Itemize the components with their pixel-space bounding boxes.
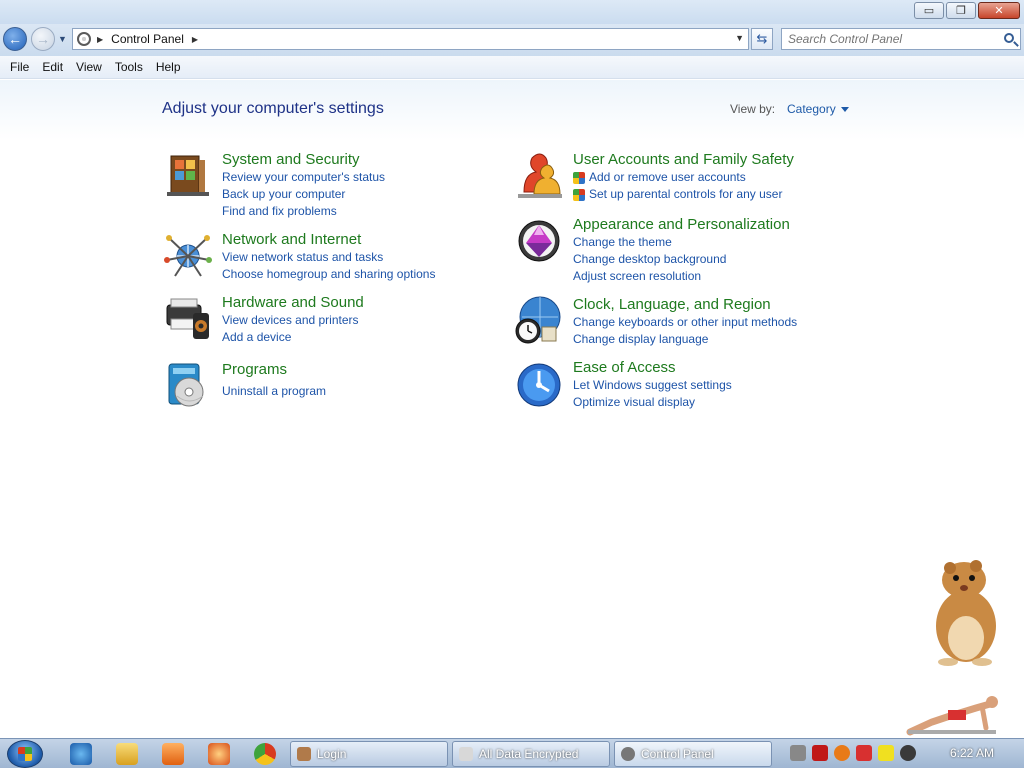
clock-language-icon[interactable] [514, 295, 564, 345]
category-title[interactable]: Clock, Language, and Region [573, 295, 863, 314]
back-button[interactable]: ← [3, 27, 27, 51]
task-label: All Data Encrypted [479, 747, 579, 761]
link-screen-resolution[interactable]: Adjust screen resolution [573, 268, 863, 285]
category-title[interactable]: System and Security [222, 150, 512, 169]
task-label: Login [317, 747, 347, 761]
search-icon[interactable] [1004, 33, 1014, 43]
volume-tray-icon[interactable] [900, 745, 916, 761]
category-user-accounts: User Accounts and Family Safety Add or r… [514, 150, 844, 210]
window-controls: ▭ ❐ ✕ [914, 2, 1020, 19]
search-box[interactable] [781, 28, 1021, 50]
control-panel-icon [621, 747, 635, 761]
category-appearance: Appearance and Personalization Change th… [514, 215, 844, 285]
hardware-sound-icon[interactable] [163, 293, 213, 343]
forward-button[interactable]: → [31, 27, 55, 51]
view-by-dropdown[interactable]: Category [787, 102, 849, 116]
address-dropdown-icon[interactable]: ▼ [735, 33, 744, 43]
navigation-bar: ← → ▼ ▶ Control Panel ▶ ▼ ⇆ [0, 24, 1024, 56]
link-backup[interactable]: Back up your computer [222, 186, 512, 203]
close-button[interactable]: ✕ [978, 2, 1020, 19]
link-optimize-display[interactable]: Optimize visual display [573, 394, 863, 411]
link-fix-problems[interactable]: Find and fix problems [222, 203, 512, 220]
address-bar[interactable]: ▶ Control Panel ▶ ▼ [72, 28, 749, 50]
flag-tray-icon[interactable] [856, 745, 872, 761]
file-explorer-icon[interactable] [116, 743, 138, 765]
category-ease-of-access: Ease of Access Let Windows suggest setti… [514, 358, 844, 413]
menu-bar: File Edit View Tools Help [0, 56, 1024, 79]
login-icon [297, 747, 311, 761]
control-panel-content: Adjust your computer's settings View by:… [0, 80, 1024, 738]
link-review-status[interactable]: Review your computer's status [222, 169, 512, 186]
taskbar-item-login[interactable]: Login [290, 741, 448, 767]
link-add-device[interactable]: Add a device [222, 329, 512, 346]
menu-view[interactable]: View [70, 60, 108, 74]
restore-button[interactable]: ❐ [946, 2, 976, 19]
start-button[interactable] [7, 740, 43, 768]
link-display-language[interactable]: Change display language [573, 331, 863, 348]
system-security-icon[interactable] [163, 150, 213, 200]
breadcrumb-arrow-icon[interactable]: ▶ [192, 35, 198, 44]
category-title[interactable]: Appearance and Personalization [573, 215, 863, 234]
title-bar: ▭ ❐ ✕ [0, 0, 1024, 26]
app-icon[interactable] [208, 743, 230, 765]
taskbar-item-control-panel[interactable]: Control Panel [614, 741, 772, 767]
link-homegroup[interactable]: Choose homegroup and sharing options [222, 266, 512, 283]
chrome-icon[interactable] [254, 743, 276, 765]
link-change-keyboards[interactable]: Change keyboards or other input methods [573, 314, 863, 331]
hamster-mascot-icon [936, 560, 996, 666]
antivirus-tray-icon[interactable] [812, 745, 828, 761]
view-by-value[interactable]: Category [787, 102, 836, 116]
breadcrumb-arrow-icon[interactable]: ▶ [97, 35, 103, 44]
task-label: Control Panel [641, 747, 714, 761]
link-devices-printers[interactable]: View devices and printers [222, 312, 512, 329]
network-tray-icon[interactable] [790, 745, 806, 761]
menu-tools[interactable]: Tools [109, 60, 149, 74]
category-title[interactable]: Network and Internet [222, 230, 512, 249]
user-accounts-icon[interactable] [514, 150, 564, 200]
programs-icon[interactable] [163, 360, 213, 410]
link-add-remove-accounts[interactable]: Add or remove user accounts [573, 169, 863, 186]
windows-logo-icon [18, 747, 32, 761]
link-desktop-background[interactable]: Change desktop background [573, 251, 863, 268]
taskbar: Login All Data Encrypted Control Panel 6… [0, 738, 1024, 768]
breadcrumb-control-panel[interactable]: Control Panel [111, 32, 184, 46]
internet-explorer-icon[interactable] [70, 743, 92, 765]
media-player-icon[interactable] [162, 743, 184, 765]
link-windows-suggest[interactable]: Let Windows suggest settings [573, 377, 863, 394]
category-title[interactable]: Ease of Access [573, 358, 863, 377]
window-icon [459, 747, 473, 761]
ease-of-access-icon[interactable] [514, 358, 564, 408]
taskbar-clock[interactable]: 6:22 AM [950, 746, 994, 760]
category-title[interactable]: Hardware and Sound [222, 293, 512, 312]
gymnast-figure-icon [906, 696, 998, 736]
system-tray [790, 745, 916, 761]
category-system-security: System and Security Review your computer… [163, 150, 493, 220]
category-title[interactable]: Programs [222, 360, 512, 379]
link-change-theme[interactable]: Change the theme [573, 234, 863, 251]
link-uninstall-program[interactable]: Uninstall a program [222, 383, 512, 400]
search-input[interactable] [788, 32, 988, 46]
category-network-internet: Network and Internet View network status… [163, 230, 493, 285]
category-programs: Programs Uninstall a program [163, 360, 493, 410]
page-title: Adjust your computer's settings [162, 100, 384, 117]
menu-edit[interactable]: Edit [36, 60, 69, 74]
view-by-label: View by: [730, 102, 776, 116]
link-network-status[interactable]: View network status and tasks [222, 249, 512, 266]
recent-pages-dropdown[interactable]: ▼ [58, 34, 67, 44]
control-panel-icon [77, 32, 91, 46]
category-title[interactable]: User Accounts and Family Safety [573, 150, 863, 169]
menu-help[interactable]: Help [150, 60, 187, 74]
search-tray-icon[interactable] [834, 745, 850, 761]
appearance-icon[interactable] [514, 215, 564, 265]
menu-file[interactable]: File [4, 60, 35, 74]
category-hardware-sound: Hardware and Sound View devices and prin… [163, 293, 493, 348]
refresh-button[interactable]: ⇆ [751, 28, 773, 50]
taskbar-item-encrypted[interactable]: All Data Encrypted [452, 741, 610, 767]
chevron-down-icon[interactable] [840, 107, 849, 113]
minimize-button[interactable]: ▭ [914, 2, 944, 19]
network-internet-icon[interactable] [163, 230, 213, 280]
category-clock-language: Clock, Language, and Region Change keybo… [514, 295, 844, 350]
notification-tray-icon[interactable] [878, 745, 894, 761]
link-parental-controls[interactable]: Set up parental controls for any user [573, 186, 863, 203]
